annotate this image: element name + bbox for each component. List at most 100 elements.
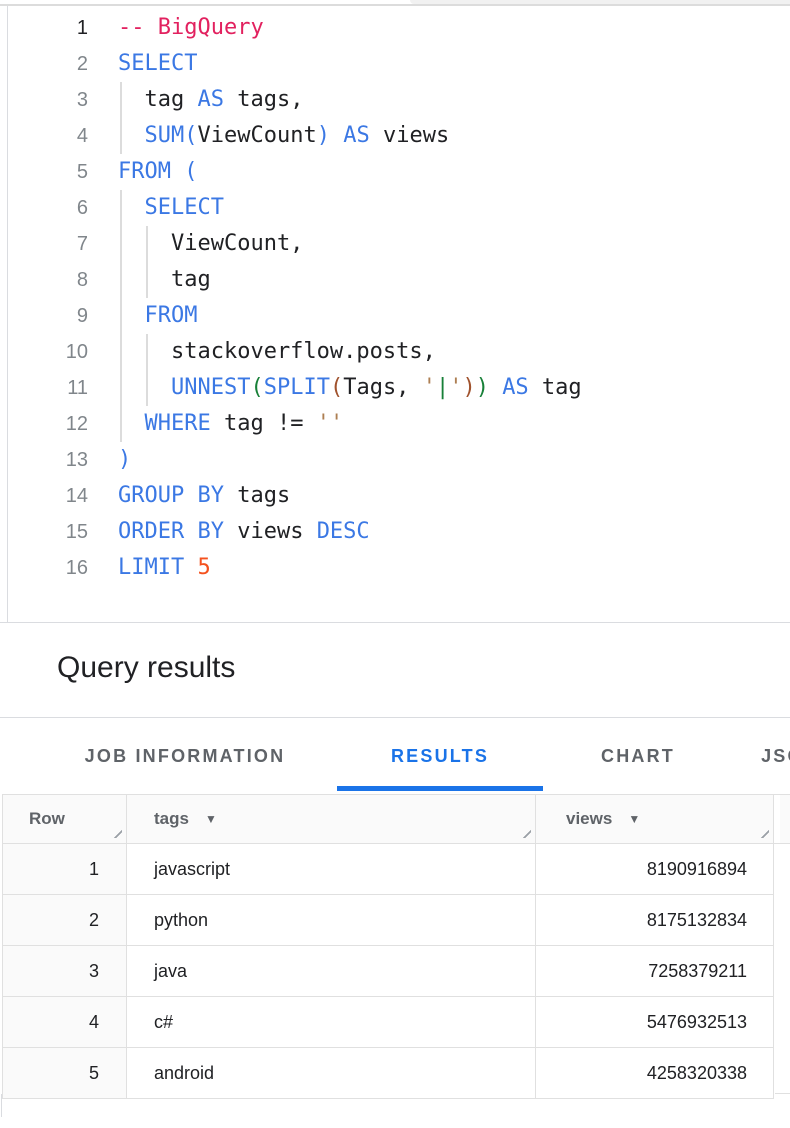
code-line[interactable]: 6 SELECT <box>0 190 790 226</box>
line-number: 9 <box>0 298 88 334</box>
indent-guide <box>120 82 122 118</box>
column-header-tags[interactable]: tags ▼ <box>127 795 536 844</box>
column-header-views[interactable]: views▼ <box>536 795 774 844</box>
code-token: tags, <box>224 87 303 112</box>
code-line[interactable]: 14GROUP BY tags <box>0 478 790 514</box>
code-text: SELECT <box>118 190 224 226</box>
code-line[interactable]: 8 tag <box>0 262 790 298</box>
table-header-row: Rowtags▼views▼ <box>3 795 790 844</box>
code-text: WHERE tag != '' <box>118 406 343 442</box>
tab-label: RESULTS <box>391 746 489 767</box>
code-token: ' <box>449 375 462 400</box>
code-line[interactable]: 16LIMIT 5 <box>0 550 790 586</box>
tab-job-information[interactable]: JOB INFORMATION <box>33 718 337 794</box>
code-line[interactable]: 2SELECT <box>0 46 790 82</box>
divider <box>0 4 790 6</box>
code-token: ) <box>462 375 475 400</box>
code-line[interactable]: 1 -- BigQuery <box>0 10 790 46</box>
code-token: AS <box>502 375 529 400</box>
table-row: 3java7258379211 <box>3 946 774 997</box>
indent-guide <box>146 226 148 262</box>
indent-guide <box>120 226 122 262</box>
sort-arrow-icon[interactable]: ▼ <box>628 812 640 826</box>
code-token: ( <box>330 375 343 400</box>
tab-json[interactable]: JSON <box>733 718 790 794</box>
column-resize-handle[interactable] <box>519 826 531 838</box>
code-token: GROUP BY <box>118 483 224 508</box>
code-line[interactable]: 9 FROM <box>0 298 790 334</box>
column-resize-handle[interactable] <box>110 826 122 838</box>
line-number: 2 <box>0 46 88 82</box>
indent-guide <box>146 370 148 406</box>
indent-guide <box>120 370 122 406</box>
tab-results[interactable]: RESULTS <box>337 718 543 794</box>
code-line[interactable]: 4 SUM(ViewCount) AS views <box>0 118 790 154</box>
code-text: ORDER BY views DESC <box>118 514 370 550</box>
code-text: FROM ( <box>118 154 197 190</box>
line-number: 5 <box>0 154 88 190</box>
code-text: tag AS tags, <box>118 82 303 118</box>
cell-row-number: 3 <box>3 946 127 996</box>
code-token: FROM <box>118 159 171 184</box>
code-text: LIMIT 5 <box>118 550 211 586</box>
code-text: GROUP BY tags <box>118 478 290 514</box>
sql-editor[interactable]: 1-- BigQuery2SELECT3 tag AS tags,4 SUM(V… <box>0 10 790 586</box>
code-line[interactable]: 3 tag AS tags, <box>0 82 790 118</box>
indent-guide <box>146 334 148 370</box>
indent-guide <box>146 262 148 298</box>
code-line[interactable]: 11 UNNEST(SPLIT(Tags, '|')) AS tag <box>0 370 790 406</box>
table-row: 1javascript8190916894 <box>3 844 774 895</box>
code-token: '' <box>317 411 344 436</box>
column-header-row[interactable]: Row <box>3 795 127 844</box>
code-token <box>184 555 197 580</box>
results-tab-bar: JOB INFORMATION RESULTS CHART JSON <box>33 718 790 794</box>
indent-guide <box>120 298 122 334</box>
next-column-header-sliver <box>780 795 790 844</box>
cell-views: 8175132834 <box>536 895 774 945</box>
tab-label: JOB INFORMATION <box>85 746 286 767</box>
column-resize-handle[interactable] <box>757 826 769 838</box>
column-header-label: tags <box>154 809 189 829</box>
indent-guide <box>120 334 122 370</box>
code-token: SUM <box>145 123 185 148</box>
code-line[interactable]: 5 FROM ( <box>0 154 790 190</box>
line-number: 10 <box>0 334 88 370</box>
cell-tags: python <box>127 895 536 945</box>
line-number: 3 <box>0 82 88 118</box>
code-token: -- BigQuery <box>118 15 264 40</box>
code-token <box>118 375 171 400</box>
code-token: ' <box>423 375 436 400</box>
tab-chart[interactable]: CHART <box>543 718 733 794</box>
code-token: tag <box>118 87 197 112</box>
code-line[interactable]: 7 ViewCount, <box>0 226 790 262</box>
cell-views: 5476932513 <box>536 997 774 1047</box>
code-token: views <box>370 123 449 148</box>
code-token: 5 <box>197 555 210 580</box>
line-number: 4 <box>0 118 88 154</box>
code-line[interactable]: 12 WHERE tag != '' <box>0 406 790 442</box>
indent-guide <box>120 406 122 442</box>
code-token: ORDER BY <box>118 519 224 544</box>
indent-guide <box>120 118 122 154</box>
line-number: 8 <box>0 262 88 298</box>
code-text: SUM(ViewCount) AS views <box>118 118 449 154</box>
code-line[interactable]: 13) <box>0 442 790 478</box>
code-token: ) <box>317 123 330 148</box>
cell-views: 7258379211 <box>536 946 774 996</box>
divider <box>0 622 790 623</box>
sort-arrow-icon[interactable]: ▼ <box>205 812 217 826</box>
code-token: ) <box>118 447 131 472</box>
line-number: 1 <box>0 10 88 46</box>
cell-tags: java <box>127 946 536 996</box>
code-text: -- BigQuery <box>118 10 264 46</box>
tab-label: JSON <box>761 746 790 767</box>
code-token: tags <box>224 483 290 508</box>
code-line[interactable]: 15 ORDER BY views DESC <box>0 514 790 550</box>
line-number: 11 <box>0 370 88 406</box>
indent-guide <box>120 190 122 226</box>
code-line[interactable]: 10 stackoverflow.posts, <box>0 334 790 370</box>
editor-top-strip <box>0 0 790 6</box>
column-header-label: Row <box>29 809 65 829</box>
cell-row-number: 4 <box>3 997 127 1047</box>
line-number: 15 <box>0 514 88 550</box>
